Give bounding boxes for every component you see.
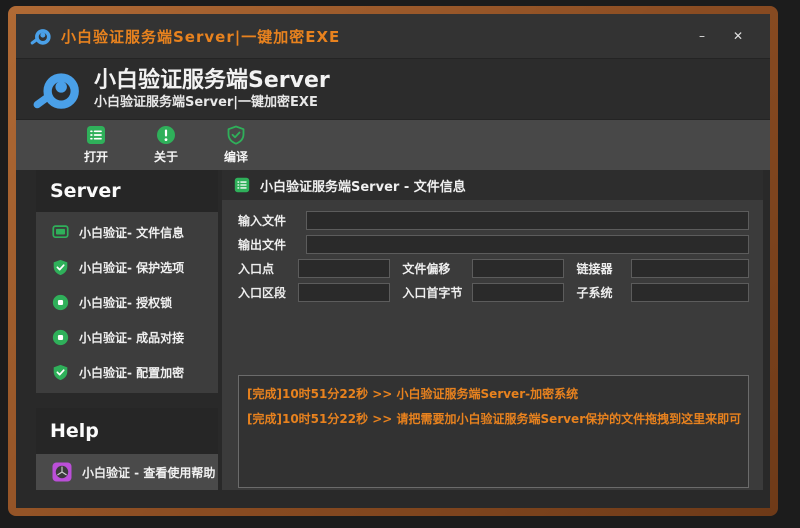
form-row-entry: 入口点 文件偏移 链接器	[238, 259, 749, 278]
open-button[interactable]: 打开	[68, 122, 124, 168]
record-icon	[52, 294, 69, 311]
sidebar-item-label: 小白验证- 保护选项	[79, 259, 184, 276]
titlebar: 小白验证服务端Server|一键加密EXE – ✕	[16, 14, 770, 58]
header-subtitle: 小白验证服务端Server|一键加密EXE	[94, 94, 330, 111]
info-icon	[156, 125, 176, 145]
window-title: 小白验证服务端Server|一键加密EXE	[61, 26, 340, 47]
app-logo-icon	[30, 25, 52, 47]
sidebar-server-header: Server	[36, 170, 218, 212]
sidebar-server-items: 小白验证- 文件信息 小白验证- 保护选项	[36, 212, 218, 393]
list-icon	[86, 125, 106, 145]
sidebar-item-label: 小白验证- 配置加密	[79, 364, 184, 381]
sidebar-item-label: 小白验证- 成品对接	[79, 329, 184, 346]
input-file-label: 输入文件	[238, 212, 306, 229]
sidebar: Server 小白验证- 文件信息 小白验证	[36, 170, 218, 490]
file-offset-label: 文件偏移	[402, 260, 472, 277]
form-row-section: 入口区段 入口首字节 子系统	[238, 283, 749, 302]
app-window: 小白验证服务端Server|一键加密EXE – ✕ 小白验证服务端Server …	[16, 14, 770, 508]
shield-check-icon	[52, 364, 69, 381]
about-button-label: 关于	[154, 148, 178, 165]
content-region: Server 小白验证- 文件信息 小白验证	[16, 170, 770, 508]
list-icon	[234, 177, 250, 193]
sidebar-item-product-dock[interactable]: 小白验证- 成品对接	[36, 320, 218, 355]
entry-section-field[interactable]	[298, 283, 390, 302]
entry-section-label: 入口区段	[238, 284, 298, 301]
output-file-label: 输出文件	[238, 236, 306, 253]
sidebar-item-config-encrypt[interactable]: 小白验证- 配置加密	[36, 355, 218, 390]
sidebar-item-auth-lock[interactable]: 小白验证- 授权锁	[36, 285, 218, 320]
monitor-icon	[52, 224, 69, 241]
sidebar-item-label: 小白验证- 文件信息	[79, 224, 184, 241]
panel-body: 输入文件 输出文件 入口点 文件偏移 链接器	[222, 200, 763, 490]
sidebar-help-header: Help	[36, 408, 218, 454]
panel-header: 小白验证服务端Server - 文件信息	[222, 170, 763, 200]
record-icon	[52, 329, 69, 346]
subsystem-label: 子系统	[576, 284, 631, 301]
header-text: 小白验证服务端Server 小白验证服务端Server|一键加密EXE	[94, 68, 330, 111]
window-controls: – ✕	[688, 23, 770, 49]
main-panel: 小白验证服务端Server - 文件信息 输入文件 输出文件 入口点 文件偏移	[222, 170, 763, 490]
open-button-label: 打开	[84, 148, 108, 165]
close-button[interactable]: ✕	[724, 23, 752, 49]
input-file-field[interactable]	[306, 211, 749, 230]
linker-label: 链接器	[576, 260, 631, 277]
linker-field[interactable]	[631, 259, 749, 278]
sidebar-item-view-help[interactable]: 小白验证 - 查看使用帮助	[36, 454, 218, 490]
sidebar-item-label: 小白验证- 授权锁	[79, 294, 172, 311]
cube-icon	[52, 462, 72, 482]
sidebar-item-label: 小白验证 - 查看使用帮助	[82, 464, 215, 481]
entry-point-field[interactable]	[298, 259, 390, 278]
form-row-output-file: 输出文件	[238, 235, 749, 254]
compile-button-label: 编译	[224, 148, 248, 165]
entry-first-byte-field[interactable]	[472, 283, 564, 302]
app-logo-large-icon	[32, 64, 82, 114]
entry-first-byte-label: 入口首字节	[402, 284, 472, 301]
about-button[interactable]: 关于	[138, 122, 194, 168]
toolbar: 打开 关于 编译	[16, 120, 770, 170]
sidebar-item-file-info[interactable]: 小白验证- 文件信息	[36, 215, 218, 250]
window-frame: 小白验证服务端Server|一键加密EXE – ✕ 小白验证服务端Server …	[8, 6, 778, 516]
subsystem-field[interactable]	[631, 283, 749, 302]
panel-title: 小白验证服务端Server - 文件信息	[260, 176, 466, 195]
sidebar-spacer	[36, 393, 218, 408]
header-title: 小白验证服务端Server	[94, 68, 330, 94]
log-line: [完成]10时51分22秒 >> 请把需要加小白验证服务端Server保护的文件…	[247, 407, 740, 432]
sidebar-item-protect-options[interactable]: 小白验证- 保护选项	[36, 250, 218, 285]
entry-point-label: 入口点	[238, 260, 298, 277]
output-file-field[interactable]	[306, 235, 749, 254]
header-banner: 小白验证服务端Server 小白验证服务端Server|一键加密EXE	[16, 58, 770, 120]
shield-check-outline-icon	[226, 125, 246, 145]
log-output[interactable]: [完成]10时51分22秒 >> 小白验证服务端Server-加密系统 [完成]…	[238, 375, 749, 488]
file-offset-field[interactable]	[472, 259, 564, 278]
form-row-input-file: 输入文件	[238, 211, 749, 230]
shield-check-icon	[52, 259, 69, 276]
minimize-button[interactable]: –	[688, 23, 716, 49]
compile-button[interactable]: 编译	[208, 122, 264, 168]
log-line: [完成]10时51分22秒 >> 小白验证服务端Server-加密系统	[247, 382, 740, 407]
